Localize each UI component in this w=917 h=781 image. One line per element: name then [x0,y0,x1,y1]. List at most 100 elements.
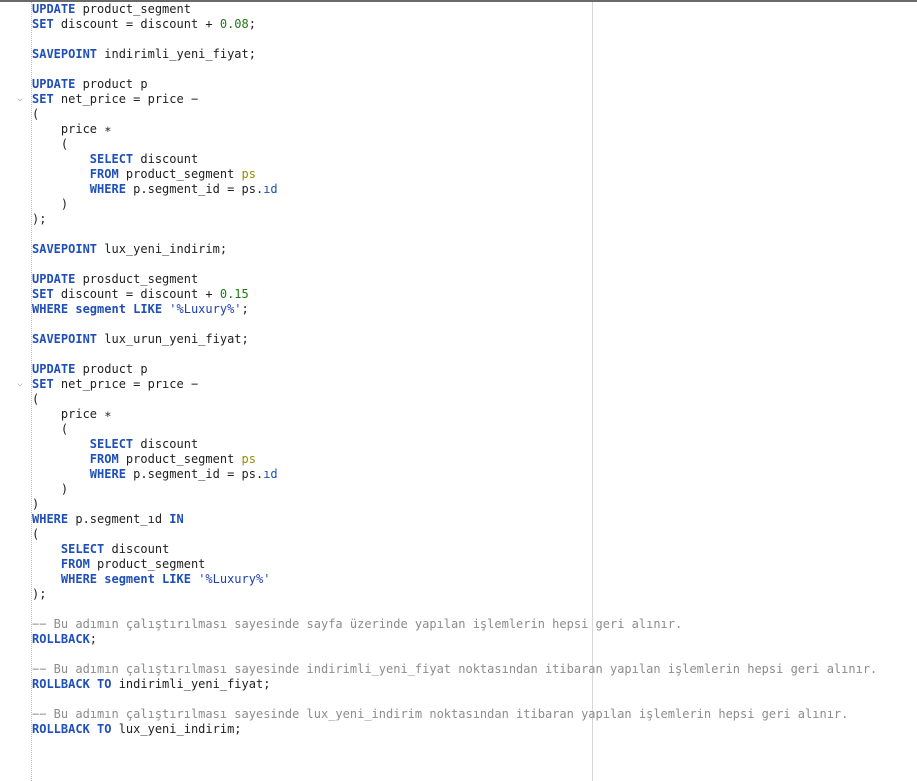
code-text: product_segment [75,2,191,16]
code-text: ( [32,137,69,151]
code-line[interactable] [32,257,917,272]
code-line[interactable]: UPDATE product_segment [32,2,917,17]
code-text: lux_yeni_indirim; [111,722,242,736]
code-line[interactable] [32,62,917,77]
code-line[interactable]: WHERE p.segment_id = ps.ıd [32,467,917,482]
code-line[interactable]: ( [32,392,917,407]
code-line[interactable]: ROLLBACK; [32,632,917,647]
code-line[interactable]: ( [32,422,917,437]
code-line[interactable]: ( [32,137,917,152]
code-line[interactable]: FROM product_segment ps [32,167,917,182]
code-line[interactable]: ) [32,197,917,212]
fold-chevron-icon[interactable]: ⌵ [15,377,25,392]
code-text: p.segment_id = ps. [125,182,264,196]
sql-keyword: IN [169,512,184,526]
code-line[interactable]: WHERE p.segment_ıd IN [32,512,917,527]
code-text: ) [32,497,40,511]
code-line[interactable]: −− Bu adımın çalıştırılması sayesinde in… [32,662,917,677]
code-line[interactable] [32,602,917,617]
code-text: product_segment [118,167,242,181]
code-line[interactable]: ROLLBACK TO lux_yeni_indirim; [32,722,917,737]
table-alias: ps [241,452,256,466]
code-line[interactable]: ( [32,107,917,122]
code-text: ; [89,632,98,646]
code-line[interactable]: SAVEPOINT lux_yeni_indirim; [32,242,917,257]
code-line[interactable]: ) [32,482,917,497]
sql-keyword: WHERE segment LIKE [32,302,170,316]
code-line[interactable]: UPDATE product p [32,362,917,377]
code-text: ) [32,197,69,211]
sql-keyword: SELECT [60,542,105,556]
sql-keyword: SET [32,92,54,106]
code-line[interactable] [32,692,917,707]
sql-keyword: UPDATE [32,272,76,286]
code-text: ( [32,422,69,436]
code-text: discount [133,437,199,451]
sql-keyword: SELECT [89,437,134,451]
sql-keyword: FROM [60,557,90,571]
sql-keyword: SET [32,377,54,391]
code-line[interactable]: ); [32,212,917,227]
code-line[interactable]: ); [32,587,917,602]
code-line[interactable]: WHERE p.segment_id = ps.ıd [32,182,917,197]
code-line[interactable]: ROLLBACK TO indirimli_yeni_fiyat; [32,677,917,692]
sql-keyword: SET [32,287,54,301]
sql-keyword: UPDATE [32,2,76,16]
fold-chevron-icon[interactable]: ⌵ [15,92,25,107]
code-text: product p [75,362,148,376]
sql-keyword: WHERE [32,512,69,526]
code-line[interactable] [32,227,917,242]
sql-comment: −− Bu adımın çalıştırılması sayesinde lu… [32,707,849,721]
code-line[interactable]: SELECT discount [32,152,917,167]
sql-keyword: UPDATE [32,362,76,376]
code-line[interactable] [32,317,917,332]
code-line[interactable]: SET net_prıce = prıce − [32,377,917,392]
code-line[interactable]: SELECT discount [32,542,917,557]
code-line[interactable]: UPDATE prosduct_segment [32,272,917,287]
code-line[interactable]: SAVEPOINT indirimli_yeni_fiyat; [32,47,917,62]
sql-keyword: FROM [89,167,119,181]
code-text: discount = discount + [53,287,220,301]
sql-comment: −− Bu adımın çalıştırılması sayesinde in… [32,662,878,676]
sql-keyword: UPDATE [32,77,76,91]
code-text: ; [241,302,249,316]
code-line[interactable]: SAVEPOINT lux_urun_yeni_fiyat; [32,332,917,347]
code-line[interactable] [32,347,917,362]
code-line[interactable] [32,32,917,47]
code-line[interactable]: price ∗ [32,122,917,137]
code-text: lux_yeni_indirim; [97,242,228,256]
code-line[interactable]: FROM product_segment [32,557,917,572]
code-line[interactable]: SET discount = discount + 0.08; [32,17,917,32]
code-line[interactable]: WHERE segment LIKE '%Luxury%'; [32,302,917,317]
code-line[interactable]: FROM product_segment ps [32,452,917,467]
code-text: indirimli_yeni_fiyat; [97,47,256,61]
code-line[interactable]: ( [32,527,917,542]
sql-keyword: SELECT [89,152,134,166]
code-line[interactable]: SELECT discount [32,437,917,452]
sql-keyword: SAVEPOINT [32,47,98,61]
code-line[interactable]: SET discount = discount + 0.15 [32,287,917,302]
sql-keyword: SAVEPOINT [32,242,98,256]
code-text: product p [75,77,148,91]
code-line[interactable]: −− Bu adımın çalıştırılması sayesinde lu… [32,707,917,722]
string-literal: '%Luxury%' [169,302,242,316]
code-line[interactable] [32,647,917,662]
code-line[interactable]: −− Bu adımın çalıştırılması sayesinde sa… [32,617,917,632]
code-line[interactable]: UPDATE product p [32,77,917,92]
code-text: indirimli_yeni_fiyat; [111,677,271,691]
code-line[interactable]: SET net_price = price − [32,92,917,107]
field-name: ıd [263,467,278,481]
code-line[interactable]: price ∗ [32,407,917,422]
code-line[interactable]: WHERE segment LIKE '%Luxury%' [32,572,917,587]
sql-keyword: ROLLBACK [32,632,90,646]
code-text: discount [133,152,199,166]
sql-editor[interactable]: UPDATE product_segment SET discount = dis… [0,0,917,781]
sql-keyword: WHERE [89,182,126,196]
code-line[interactable]: ) [32,497,917,512]
